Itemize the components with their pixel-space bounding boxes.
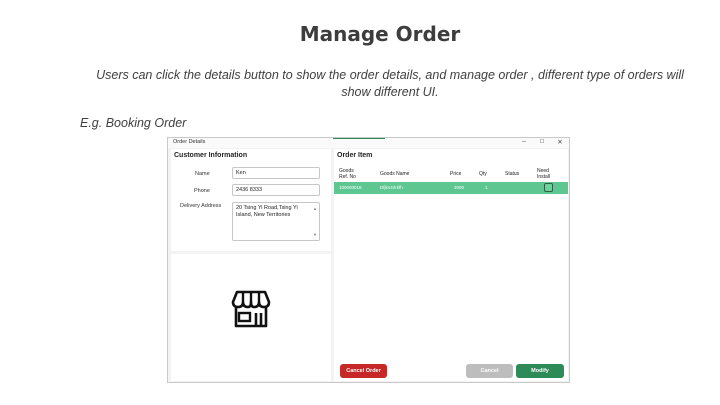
maximize-button[interactable]: □ — [536, 138, 548, 145]
name-field[interactable]: Ken — [232, 167, 320, 179]
name-label: Name — [195, 171, 210, 177]
order-section-title: Order Item — [337, 152, 373, 159]
col-goods-ref[interactable]: Goods Ref. No — [339, 168, 359, 180]
col-qty[interactable]: Qty — [479, 171, 487, 177]
phone-field[interactable]: 2436 8333 — [232, 184, 320, 196]
close-button[interactable]: ✕ — [554, 138, 566, 146]
order-type-panel — [171, 254, 331, 381]
modify-button[interactable]: Modify — [516, 364, 564, 378]
col-need-install[interactable]: Need Install — [537, 168, 555, 180]
window-titlebar: Order Details – □ ✕ — [168, 138, 569, 148]
address-field[interactable]: 20 Tsing Yi Road,Tsing Yi Island, New Te… — [232, 202, 320, 241]
slide-title: Manage Order — [299, 22, 461, 46]
cell-price: 3000 — [454, 185, 465, 190]
scroll-up-icon[interactable]: ▲ — [313, 205, 317, 212]
customer-info-panel: Customer Information Name Ken Phone 2436… — [171, 149, 331, 251]
slide-description: Users can click the details button to sh… — [96, 68, 684, 99]
cancel-order-button[interactable]: Cancel Order — [340, 364, 387, 378]
store-icon — [231, 290, 271, 328]
cell-goods-name: Dfjkn4rlrkfh — [380, 185, 403, 190]
minimize-button[interactable]: – — [518, 138, 530, 145]
order-item-panel: Order Item Goods Ref. No Goods Name Pric… — [334, 149, 568, 381]
table-row[interactable]: 100000018 Dfjkn4rlrkfh 3000 1 — [334, 182, 568, 194]
cancel-button[interactable]: Cancel — [466, 364, 513, 378]
col-goods-name[interactable]: Goods Name — [380, 171, 409, 177]
customer-section-title: Customer Information — [174, 152, 248, 159]
order-details-window: Order Details – □ ✕ Customer Information… — [167, 137, 570, 383]
address-text: 20 Tsing Yi Road,Tsing Yi Island, New Te… — [236, 205, 298, 218]
cell-goods-ref: 100000018 — [339, 185, 362, 190]
window-title: Order Details — [173, 139, 206, 145]
accent-line — [333, 138, 385, 139]
example-label: E.g. Booking Order — [80, 116, 187, 130]
phone-label: Phone — [194, 188, 210, 194]
cell-qty: 1 — [485, 185, 488, 190]
col-price[interactable]: Price — [450, 171, 461, 177]
need-install-checkbox[interactable] — [544, 183, 553, 192]
address-label: Delivery Address — [180, 203, 222, 209]
scroll-down-icon[interactable]: ▼ — [313, 231, 317, 238]
col-status[interactable]: Status — [505, 171, 519, 177]
